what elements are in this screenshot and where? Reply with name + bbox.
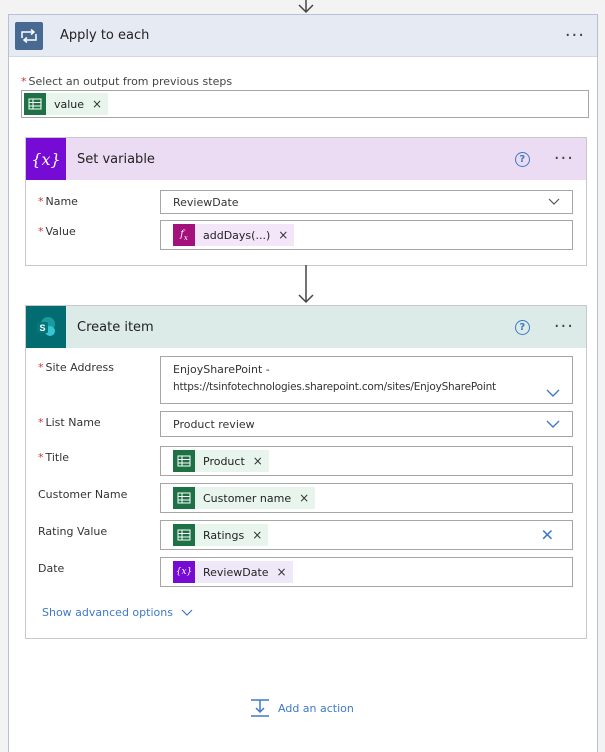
add-an-action-button[interactable]: Add an action bbox=[250, 698, 354, 718]
list-name-dropdown[interactable]: Product review bbox=[160, 411, 573, 437]
more-options-icon[interactable]: ··· bbox=[554, 318, 574, 336]
value-field[interactable]: fx addDays(...) × bbox=[160, 220, 573, 250]
chevron-down-icon bbox=[548, 198, 560, 205]
select-output-label: * Select an output from previous steps bbox=[21, 75, 233, 88]
token-ratings[interactable]: Ratings × bbox=[173, 524, 269, 546]
rating-value-field[interactable]: Ratings × ✕ bbox=[160, 520, 573, 550]
token-reviewdate[interactable]: {x} ReviewDate × bbox=[173, 561, 293, 583]
more-options-icon[interactable]: ··· bbox=[565, 26, 585, 45]
excel-icon bbox=[24, 93, 46, 115]
excel-icon bbox=[173, 487, 195, 509]
apply-to-each-header[interactable]: Apply to each ··· bbox=[9, 15, 597, 57]
show-advanced-options-link[interactable]: Show advanced options bbox=[42, 606, 193, 619]
connector-arrow-icon bbox=[298, 265, 314, 304]
title-field[interactable]: Product × bbox=[160, 446, 573, 476]
apply-to-each-container: Apply to each ··· * Select an output from… bbox=[8, 14, 598, 752]
chevron-down-icon bbox=[546, 420, 560, 428]
help-icon[interactable]: ? bbox=[514, 151, 530, 167]
remove-token-icon[interactable]: × bbox=[92, 97, 102, 111]
site-address-dropdown[interactable]: EnjoySharePoint - https://tsinfotechnolo… bbox=[160, 356, 573, 404]
excel-icon bbox=[173, 450, 195, 472]
excel-icon bbox=[173, 524, 195, 546]
set-variable-header[interactable]: {x} Set variable ? ··· bbox=[26, 138, 586, 180]
set-variable-title: Set variable bbox=[77, 151, 155, 167]
help-icon[interactable]: ? bbox=[514, 319, 530, 335]
more-options-icon[interactable]: ··· bbox=[554, 150, 574, 168]
customer-name-field[interactable]: Customer name × bbox=[160, 483, 573, 513]
site-address-label: * Site Address bbox=[38, 361, 114, 374]
svg-text:S: S bbox=[39, 323, 45, 333]
remove-token-icon[interactable]: × bbox=[299, 491, 309, 505]
set-variable-card: {x} Set variable ? ··· * Name ReviewDate … bbox=[25, 137, 587, 266]
name-label: * Name bbox=[38, 195, 78, 208]
title-label: * Title bbox=[38, 451, 70, 464]
sharepoint-icon: S bbox=[26, 306, 66, 348]
remove-token-icon[interactable]: × bbox=[253, 454, 263, 468]
token-adddays[interactable]: fx addDays(...) × bbox=[173, 224, 295, 246]
variable-icon: {x} bbox=[173, 561, 195, 583]
customer-name-label: Customer Name bbox=[38, 488, 128, 501]
list-name-label: * List Name bbox=[38, 416, 101, 429]
select-output-field[interactable]: value × bbox=[21, 90, 589, 118]
remove-token-icon[interactable]: × bbox=[252, 528, 262, 542]
date-field[interactable]: {x} ReviewDate × bbox=[160, 557, 573, 587]
clear-field-icon[interactable]: ✕ bbox=[541, 526, 554, 545]
chevron-down-icon bbox=[181, 609, 193, 616]
create-item-card: S Create item ? ··· * Site Address EnjoyS… bbox=[25, 305, 587, 639]
create-item-title: Create item bbox=[77, 319, 154, 335]
token-customer-name[interactable]: Customer name × bbox=[173, 487, 316, 509]
loop-icon bbox=[15, 21, 43, 50]
variable-icon: {x} bbox=[26, 138, 66, 180]
remove-token-icon[interactable]: × bbox=[277, 565, 287, 579]
fx-icon: fx bbox=[173, 224, 195, 246]
token-product[interactable]: Product × bbox=[173, 450, 269, 472]
name-dropdown[interactable]: ReviewDate bbox=[160, 190, 573, 214]
create-item-header[interactable]: S Create item ? ··· bbox=[26, 306, 586, 348]
date-label: Date bbox=[38, 562, 65, 575]
value-label: * Value bbox=[38, 225, 76, 238]
apply-to-each-title: Apply to each bbox=[60, 28, 150, 43]
token-value[interactable]: value × bbox=[24, 93, 109, 115]
chevron-down-icon bbox=[546, 389, 560, 397]
connector-arrow-icon bbox=[298, 0, 314, 14]
remove-token-icon[interactable]: × bbox=[278, 228, 288, 242]
rating-value-label: Rating Value bbox=[38, 525, 108, 538]
add-action-icon bbox=[251, 699, 269, 717]
